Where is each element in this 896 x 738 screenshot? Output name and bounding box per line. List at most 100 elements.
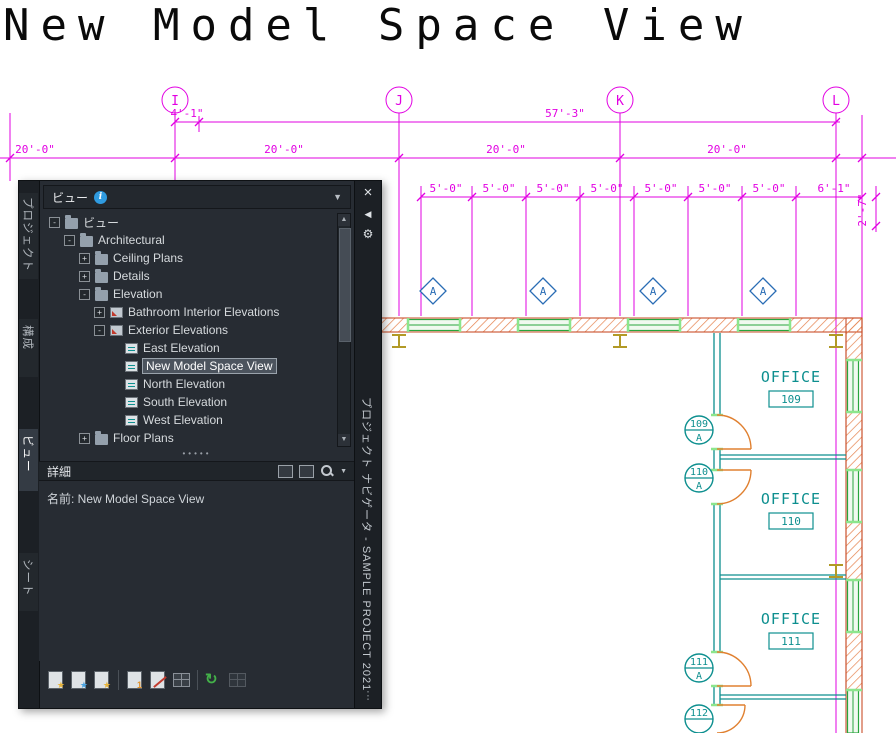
dimension-text: 5'-0" <box>429 182 462 195</box>
tree-item-label: East Elevation <box>143 341 220 355</box>
expand-toggle[interactable]: - <box>49 217 60 228</box>
folder-open-icon <box>80 236 93 247</box>
tab-views-label[interactable]: ビュー <box>20 435 36 473</box>
dimension-text: 20'-0" <box>486 143 526 156</box>
elevation-category-icon <box>110 307 123 318</box>
expand-toggle[interactable]: - <box>64 235 75 246</box>
auto-hide-pin-icon[interactable]: ◀ <box>355 205 381 223</box>
dimension-text: 2'-7" <box>856 193 869 226</box>
expand-toggle[interactable]: - <box>79 289 90 300</box>
palette-title-text: プロジェクト ナビゲータ - SAMPLE PROJECT 2021 <box>359 397 375 697</box>
details-header: 詳細 ▼ <box>39 461 355 481</box>
window-tag-label: A <box>650 285 657 298</box>
window-tag-layer: A A A A <box>420 278 776 304</box>
grid-icon <box>229 673 246 687</box>
grid-bubble-label: L <box>832 94 840 109</box>
sheet-star-icon <box>71 671 86 689</box>
tree-item-views-root[interactable]: - ビュー <box>43 213 351 231</box>
folder-open-icon <box>65 218 78 229</box>
tree-item-bathroom-interior-elevations[interactable]: + Bathroom Interior Elevations <box>43 303 351 321</box>
room-label-layer: OFFICE 109 OFFICE 110 OFFICE 111 <box>761 368 821 649</box>
preview-pane-icon[interactable] <box>278 465 293 478</box>
door-tag-letter: A <box>696 481 702 492</box>
tab-project-label[interactable]: プロジェクト <box>20 197 36 272</box>
list-view-button[interactable] <box>172 670 190 690</box>
tree-item-label-selected: New Model Space View <box>143 359 276 373</box>
tree-item-architectural[interactable]: - Architectural <box>43 231 351 249</box>
omit-view-button[interactable] <box>149 670 167 690</box>
properties-gear-icon[interactable]: ⚙ <box>355 225 381 243</box>
expand-toggle[interactable]: - <box>94 325 105 336</box>
palette-title-strip: × ◀ ⚙ プロジェクト ナビゲータ - SAMPLE PROJECT 2021… <box>354 181 381 708</box>
tree-item-label: South Elevation <box>143 395 227 409</box>
details-title: 詳細 <box>47 463 71 480</box>
magnifier-dropdown-chevron-icon[interactable]: ▼ <box>340 468 347 475</box>
dimension-text: 5'-0" <box>482 182 515 195</box>
tab-sheets-label[interactable]: シート <box>20 559 36 597</box>
new-category-button[interactable] <box>47 670 65 690</box>
resize-grip-icon[interactable]: ⋮ <box>355 689 381 702</box>
tree-item-new-model-space-view[interactable]: New Model Space View <box>43 357 351 375</box>
renumber-view-button[interactable] <box>126 670 144 690</box>
refresh-project-button[interactable]: ↻ <box>205 670 223 690</box>
door-tag-number: 112 <box>690 708 708 719</box>
tree-item-east-elevation[interactable]: East Elevation <box>43 339 351 357</box>
tree-item-south-elevation[interactable]: South Elevation <box>43 393 351 411</box>
tree-item-exterior-elevations[interactable]: - Exterior Elevations <box>43 321 351 339</box>
room-number: 110 <box>781 515 801 528</box>
tree-item-details[interactable]: + Details <box>43 267 351 285</box>
tree-scrollbar[interactable]: ▲ ▼ <box>337 213 351 447</box>
close-icon[interactable]: × <box>355 184 381 202</box>
window-tag-label: A <box>760 285 767 298</box>
room-number: 109 <box>781 393 801 406</box>
toolbar-separator <box>118 670 119 690</box>
tree-item-west-elevation[interactable]: West Elevation <box>43 411 351 429</box>
scrollbar-thumb[interactable] <box>339 228 351 342</box>
tree-item-label: West Elevation <box>143 413 223 427</box>
door-tag-number: 111 <box>690 657 708 668</box>
magnifier-icon[interactable] <box>320 464 334 478</box>
tree-item-label: Ceiling Plans <box>113 251 183 265</box>
view-category-label: ビュー <box>52 189 88 206</box>
window-tag-label: A <box>430 285 437 298</box>
scroll-down-arrow[interactable]: ▼ <box>338 434 350 446</box>
new-view-drawing-button[interactable] <box>70 670 88 690</box>
dimension-text: 20'-0" <box>264 143 304 156</box>
dimension-text: 57'-3" <box>545 107 585 120</box>
tree-item-label: North Elevation <box>143 377 225 391</box>
door-tag-letter: A <box>696 433 702 444</box>
pane-splitter[interactable]: ••••• <box>39 449 355 461</box>
new-model-space-view-button[interactable] <box>93 670 111 690</box>
dimension-text: 5'-0" <box>644 182 677 195</box>
dimension-text: 5'-0" <box>536 182 569 195</box>
details-pane-icon[interactable] <box>299 465 314 478</box>
palette-content: ビュー i ▼ - ビュー - Architectural + Ceiling … <box>39 181 355 708</box>
folder-icon <box>95 272 108 283</box>
view-drawing-icon <box>125 415 138 426</box>
view-drawing-icon <box>125 361 138 372</box>
project-navigator-palette: プロジェクト 構成 ビュー シート ビュー i ▼ - ビュー - Archit… <box>18 180 382 709</box>
tree-item-label: Details <box>113 269 150 283</box>
dimension-text: 20'-0" <box>707 143 747 156</box>
view-drawing-icon <box>125 397 138 408</box>
dimension-text: 20'-0" <box>15 143 55 156</box>
room-name: OFFICE <box>761 490 821 508</box>
view-category-dropdown[interactable]: ビュー i ▼ <box>43 185 351 209</box>
scroll-up-arrow[interactable]: ▲ <box>338 214 350 226</box>
chevron-down-icon[interactable]: ▼ <box>333 192 342 202</box>
expand-toggle[interactable]: + <box>79 271 90 282</box>
tab-constructs-label[interactable]: 構成 <box>20 325 36 350</box>
toolbar-separator <box>197 670 198 690</box>
tree-item-floor-plans[interactable]: + Floor Plans <box>43 429 351 447</box>
options-button[interactable] <box>228 670 246 690</box>
expand-toggle[interactable]: + <box>79 433 90 444</box>
info-icon[interactable]: i <box>94 191 107 204</box>
dimension-text: 5'-0" <box>752 182 785 195</box>
tree-item-ceiling-plans[interactable]: + Ceiling Plans <box>43 249 351 267</box>
tree-item-north-elevation[interactable]: North Elevation <box>43 375 351 393</box>
folder-open-icon <box>95 290 108 301</box>
expand-toggle[interactable]: + <box>94 307 105 318</box>
tree-item-elevation[interactable]: - Elevation <box>43 285 351 303</box>
expand-toggle[interactable]: + <box>79 253 90 264</box>
sheet-number-icon <box>127 671 142 689</box>
